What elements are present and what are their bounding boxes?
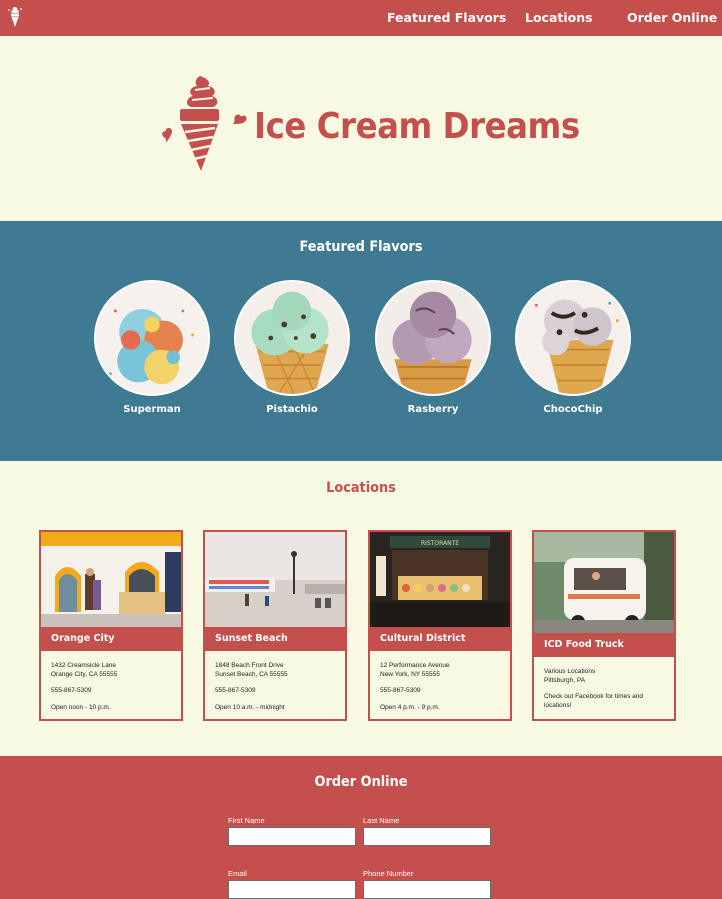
location-details: 12 Performance Avenue New York, NY 55555 … <box>380 662 506 719</box>
opening-hours: Open noon - 10 p.m. <box>51 703 111 711</box>
top-navbar: Featured Flavors Locations Order Online <box>0 0 722 36</box>
location-name: Orange City <box>41 627 181 651</box>
flavor-card-chocochip[interactable]: ChocoChip <box>515 280 631 415</box>
flavor-image-superman <box>94 280 210 396</box>
address-line: Various Locations <box>544 668 596 675</box>
opening-hours: Open 10 a.m. - midnight <box>215 703 285 711</box>
address-line: 1432 Creamsicle Lane <box>51 662 117 669</box>
locations-section: Locations Orange City 1432 Creamsicle La <box>0 461 722 756</box>
last-name-input[interactable] <box>363 827 491 846</box>
location-photo-sunset-beach <box>205 532 345 627</box>
phone-number: 555-867-5309 <box>51 687 92 694</box>
site-title: Ice Cream Dreams <box>254 106 580 147</box>
location-card-orange-city[interactable]: Orange City 1432 Creamsicle Lane Orange C… <box>39 530 183 721</box>
address-line: Orange City, CA 55555 <box>51 670 118 678</box>
nav-link-order-online[interactable]: Order Online <box>627 10 717 25</box>
flavor-image-rasberry <box>375 280 491 396</box>
location-card-cultural-district[interactable]: RISTORANTE Cultural District 12 Performa… <box>368 530 512 721</box>
flavor-name: ChocoChip <box>543 404 603 415</box>
location-name: Cultural District <box>370 627 510 651</box>
soft-serve-cone-with-hearts-icon <box>162 76 247 171</box>
order-online-heading: Order Online <box>314 774 408 790</box>
location-details: 1432 Creamsicle Lane Orange City, CA 5555… <box>51 662 177 719</box>
flavor-card-rasberry[interactable]: Rasberry <box>375 280 491 415</box>
address-line: Sunset Beach, CA 55555 <box>215 670 288 678</box>
location-name: ICD Food Truck <box>534 633 674 657</box>
truck-note: Check out Facebook for times and locatio… <box>544 693 643 709</box>
flavor-image-chocochip <box>515 280 631 396</box>
phone-number-input[interactable] <box>363 880 491 899</box>
address-line: 1848 Beach Front Drive <box>215 662 284 669</box>
flavor-name: Superman <box>123 404 181 415</box>
location-name: Sunset Beach <box>205 627 345 651</box>
first-name-input[interactable] <box>228 827 356 846</box>
order-online-section: Order Online First Name Last Name Email … <box>0 756 722 899</box>
featured-flavors-heading: Featured Flavors <box>299 239 423 255</box>
location-details: Various Locations Pittsburgh, PA Check ou… <box>544 668 670 718</box>
location-photo-food-truck <box>534 532 674 633</box>
flavor-name: Rasberry <box>407 404 459 415</box>
nav-link-featured-flavors[interactable]: Featured Flavors <box>387 10 506 25</box>
address-line: Pittsburgh, PA <box>544 676 586 684</box>
flavor-card-superman[interactable]: Superman <box>94 280 210 415</box>
first-name-label: First Name <box>228 816 265 825</box>
location-photo-orange-city <box>41 532 181 627</box>
nav-link-locations[interactable]: Locations <box>525 10 593 25</box>
address-line: 12 Performance Avenue <box>380 662 450 669</box>
location-card-sunset-beach[interactable]: Sunset Beach 1848 Beach Front Drive Sunse… <box>203 530 347 721</box>
flavor-image-pistachio <box>234 280 350 396</box>
flavor-card-pistachio[interactable]: Pistachio <box>234 280 350 415</box>
ice-cream-cone-icon[interactable] <box>6 5 24 29</box>
address-line: New York, NY 55555 <box>380 670 440 678</box>
phone-number-label: Phone Number <box>363 869 414 878</box>
featured-flavors-section: Featured Flavors Superman Pistachio Rasb… <box>0 221 722 461</box>
opening-hours: Open 4 p.m. - 9 p.m. <box>380 703 440 711</box>
phone-number: 555-867-5309 <box>380 687 421 694</box>
location-card-icd-food-truck[interactable]: ICD Food Truck Various Locations Pittsbur… <box>532 530 676 721</box>
svg-text:RISTORANTE: RISTORANTE <box>421 540 459 547</box>
flavor-name: Pistachio <box>266 404 318 415</box>
phone-number: 555-867-5309 <box>215 687 256 694</box>
email-label: Email <box>228 869 247 878</box>
location-photo-cultural-district: RISTORANTE <box>370 532 510 627</box>
location-details: 1848 Beach Front Drive Sunset Beach, CA 5… <box>215 662 341 719</box>
hero-banner: Ice Cream Dreams <box>0 36 722 221</box>
last-name-label: Last Name <box>363 816 400 825</box>
email-input[interactable] <box>228 880 356 899</box>
locations-heading: Locations <box>326 480 396 496</box>
